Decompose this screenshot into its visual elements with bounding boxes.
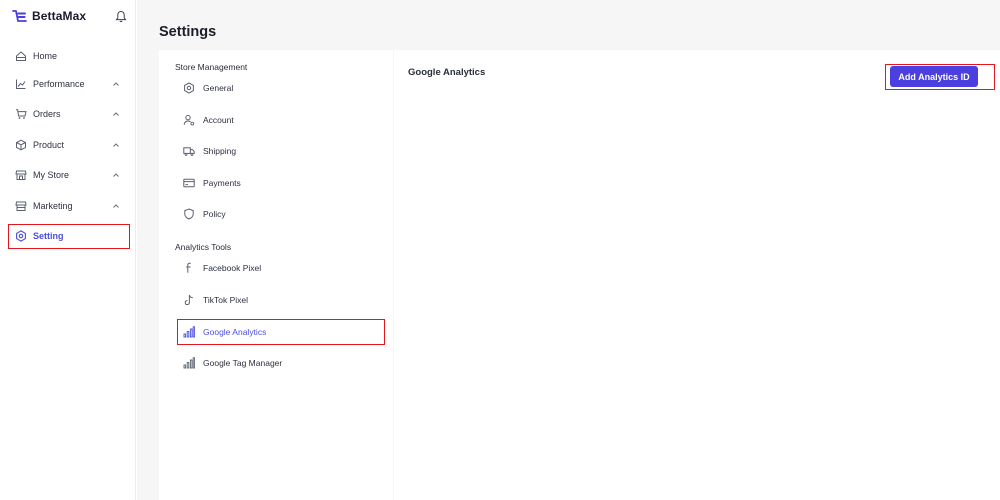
sidebar-item-marketing[interactable]: Marketing xyxy=(8,194,130,218)
settings-item-payments[interactable]: Payments xyxy=(177,170,383,196)
settings-item-label: Google Analytics xyxy=(203,327,267,337)
gear-icon xyxy=(15,230,27,242)
settings-item-label: Payments xyxy=(203,178,241,188)
settings-item-label: Facebook Pixel xyxy=(203,263,262,273)
megaphone-icon xyxy=(15,200,27,212)
settings-item-label: Account xyxy=(203,115,234,125)
settings-item-label: Google Tag Manager xyxy=(203,358,283,368)
content-panel: Google Analytics Add Analytics ID xyxy=(394,50,1000,500)
sidebar-item-product[interactable]: Product xyxy=(8,133,130,157)
section-heading-analytics-tools: Analytics Tools xyxy=(175,242,232,252)
bar-chart-icon xyxy=(183,357,195,369)
card-icon xyxy=(183,177,195,189)
sidebar-item-home[interactable]: Home xyxy=(8,44,130,68)
settings-item-facebook-pixel[interactable]: Facebook Pixel xyxy=(177,255,383,281)
add-analytics-id-button[interactable]: Add Analytics ID xyxy=(890,66,978,87)
settings-item-general[interactable]: General xyxy=(177,75,383,101)
sidebar-item-my-store[interactable]: My Store xyxy=(8,163,130,187)
chevron-up-icon[interactable] xyxy=(112,171,120,179)
bettamax-logo-icon xyxy=(12,9,28,23)
settings-item-label: TikTok Pixel xyxy=(203,295,249,305)
settings-item-google-analytics[interactable]: Google Analytics xyxy=(177,319,383,345)
chevron-up-icon[interactable] xyxy=(112,80,120,88)
chevron-up-icon[interactable] xyxy=(112,141,120,149)
box-icon xyxy=(15,139,27,151)
section-heading-store-management: Store Management xyxy=(175,62,248,72)
settings-item-policy[interactable]: Policy xyxy=(177,201,383,227)
tiktok-icon xyxy=(183,294,195,306)
main-area: Settings Store Management General Accoun… xyxy=(137,0,1000,500)
sidebar-item-label: Home xyxy=(33,51,58,61)
brand[interactable]: BettaMax xyxy=(12,9,86,23)
settings-item-label: Shipping xyxy=(203,146,237,156)
sidebar-item-orders[interactable]: Orders xyxy=(8,102,130,126)
gear-icon xyxy=(183,82,195,94)
settings-item-label: Policy xyxy=(203,209,226,219)
sidebar-item-performance[interactable]: Performance xyxy=(8,72,130,96)
sidebar-item-label: Orders xyxy=(33,109,61,119)
chart-icon xyxy=(15,78,27,90)
cart-icon xyxy=(15,108,27,120)
bell-icon[interactable] xyxy=(115,10,127,23)
facebook-icon xyxy=(183,262,195,274)
sidebar-item-label: Performance xyxy=(33,79,85,89)
settings-item-google-tag-manager[interactable]: Google Tag Manager xyxy=(177,350,383,376)
page-title: Settings xyxy=(159,24,217,40)
bar-chart-icon xyxy=(183,326,195,338)
chevron-up-icon[interactable] xyxy=(112,110,120,118)
chevron-up-icon[interactable] xyxy=(112,202,120,210)
store-icon xyxy=(15,169,27,181)
sidebar-item-setting[interactable]: Setting xyxy=(8,224,130,248)
sidebar: BettaMax Home Performance Orders Product… xyxy=(0,0,136,500)
sidebar-item-label: My Store xyxy=(33,170,70,180)
user-icon xyxy=(183,114,195,126)
settings-item-label: General xyxy=(203,83,234,93)
settings-nav: Store Management General Account Shippin… xyxy=(159,50,393,500)
settings-item-account[interactable]: Account xyxy=(177,107,383,133)
settings-item-shipping[interactable]: Shipping xyxy=(177,138,383,164)
sidebar-item-label: Setting xyxy=(33,231,64,241)
settings-item-tiktok-pixel[interactable]: TikTok Pixel xyxy=(177,287,383,313)
truck-icon xyxy=(183,145,195,157)
shield-icon xyxy=(183,208,195,220)
brand-name: BettaMax xyxy=(32,9,87,23)
home-icon xyxy=(15,50,27,62)
sidebar-item-label: Marketing xyxy=(33,201,73,211)
content-title: Google Analytics xyxy=(408,67,486,78)
sidebar-item-label: Product xyxy=(33,140,65,150)
